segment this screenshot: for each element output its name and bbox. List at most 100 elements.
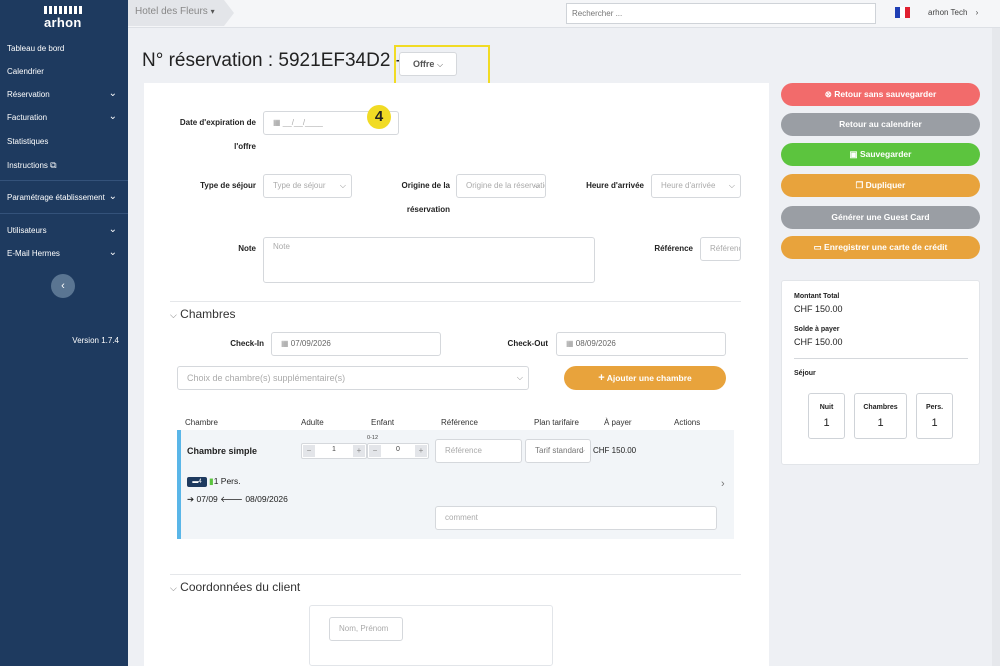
chevron-down-icon: ⌵ bbox=[533, 181, 540, 190]
col-header-actions: Actions bbox=[674, 418, 701, 427]
bed-badge: ▬4 bbox=[187, 477, 207, 487]
note-placeholder: Note bbox=[273, 242, 290, 251]
col-header-reference: Référence bbox=[441, 418, 478, 427]
origin-label: Origine de la bbox=[401, 181, 450, 190]
reference-input[interactable]: Référence bbox=[700, 237, 741, 261]
checkout-date-field[interactable]: ▦ 08/09/2026 bbox=[556, 332, 726, 356]
persons-count-label: Pers. bbox=[925, 404, 944, 411]
chevron-down-icon: ⌵ bbox=[170, 583, 177, 593]
plus-icon[interactable]: + bbox=[415, 445, 427, 457]
room-reference-input[interactable]: Référence bbox=[435, 439, 522, 463]
nights-value: 1 bbox=[823, 417, 830, 429]
balance-value: CHF 150.00 bbox=[794, 337, 843, 347]
col-header-enfant: Enfant bbox=[371, 418, 395, 427]
copy-icon: ❐ bbox=[855, 180, 864, 190]
arrive-date: 07/09 bbox=[196, 494, 218, 504]
sidebar-item-reservation[interactable]: Réservation ⌄ bbox=[7, 88, 121, 99]
col-header-chambre: Chambre bbox=[185, 418, 218, 427]
sidebar-item-tableau-de-bord[interactable]: Tableau de bord bbox=[7, 44, 121, 53]
topbar: Hotel des Fleurs ▾ arhon Tech › bbox=[128, 0, 1000, 28]
credit-card-button[interactable]: ▭ Enregistrer une carte de crédit bbox=[781, 236, 980, 259]
chevron-down-icon: ⌄ bbox=[108, 88, 117, 99]
adult-stepper[interactable]: − 1 + bbox=[301, 443, 367, 459]
persons-box: Pers. 1 bbox=[916, 393, 953, 439]
sidebar-item-label: Réservation bbox=[7, 90, 50, 99]
total-value: CHF 150.00 bbox=[794, 304, 843, 314]
save-button[interactable]: ▣ Sauvegarder bbox=[781, 143, 980, 166]
sidebar-item-statistiques[interactable]: Statistiques bbox=[7, 137, 121, 146]
client-name-input[interactable]: Nom, Prénom bbox=[329, 617, 403, 641]
child-value: 0 bbox=[396, 446, 400, 453]
sidebar-item-label: Tableau de bord bbox=[7, 44, 65, 53]
persons-count-value: 1 bbox=[931, 417, 938, 429]
client-name-placeholder: Nom, Prénom bbox=[339, 624, 389, 633]
guest-card-button[interactable]: Générer une Guest Card bbox=[781, 206, 980, 229]
depart-date: 08/09/2026 bbox=[245, 494, 288, 504]
sidebar-item-parametrage[interactable]: Paramétrage établissement ⌄ bbox=[7, 191, 121, 202]
plus-icon: + bbox=[598, 372, 605, 384]
nights-box: Nuit 1 bbox=[808, 393, 845, 439]
checkin-date-field[interactable]: ▦ 07/09/2026 bbox=[271, 332, 441, 356]
floppy-disk-icon: ▣ bbox=[849, 149, 858, 159]
calendar-icon: ▦ bbox=[281, 339, 289, 348]
collapse-sidebar-button[interactable]: ‹ bbox=[51, 274, 75, 298]
minus-icon[interactable]: − bbox=[369, 445, 381, 457]
persons-count: ▮1 Pers. bbox=[209, 476, 241, 487]
search-input[interactable] bbox=[566, 3, 876, 24]
save-label: Sauvegarder bbox=[859, 149, 912, 159]
rooms-section-header[interactable]: ⌵ Chambres bbox=[170, 307, 236, 321]
sidebar-item-instructions[interactable]: Instructions ⧉ bbox=[7, 160, 121, 171]
rate-plan-select[interactable]: Tarif standard ⌵ bbox=[525, 439, 591, 463]
room-comment-input[interactable]: comment bbox=[435, 506, 717, 530]
stay-type-placeholder: Type de séjour bbox=[273, 181, 326, 190]
bed-count: 4 bbox=[198, 479, 202, 485]
sidebar-item-calendrier[interactable]: Calendrier bbox=[7, 67, 121, 76]
sidebar-item-label: Calendrier bbox=[7, 67, 44, 76]
persons-label: 1 Pers. bbox=[213, 476, 241, 486]
french-flag-icon[interactable] bbox=[895, 7, 910, 18]
origin-select[interactable]: Origine de la réservation ⌵ bbox=[456, 174, 546, 198]
checkin-value: 07/09/2026 bbox=[290, 339, 331, 348]
duplicate-button[interactable]: ❐ Dupliquer bbox=[781, 174, 980, 197]
arrival-time-select[interactable]: Heure d'arrivée ⌵ bbox=[651, 174, 741, 198]
child-stepper[interactable]: − 0 + bbox=[367, 443, 429, 459]
rooms-section-title: Chambres bbox=[180, 307, 236, 321]
add-room-button[interactable]: + Ajouter une chambre bbox=[564, 366, 726, 390]
chevron-right-icon: › bbox=[975, 8, 979, 17]
logo-mark bbox=[44, 6, 84, 14]
sidebar-divider bbox=[0, 213, 128, 214]
sidebar-item-utilisateurs[interactable]: Utilisateurs ⌄ bbox=[7, 224, 121, 235]
nights-label: Nuit bbox=[819, 404, 834, 411]
guest-card-label: Générer une Guest Card bbox=[831, 212, 930, 222]
stay-type-select[interactable]: Type de séjour ⌵ bbox=[263, 174, 352, 198]
total-label: Montant Total bbox=[794, 293, 840, 300]
step-badge: 4 bbox=[367, 105, 391, 129]
hotel-selector[interactable]: Hotel des Fleurs ▾ bbox=[128, 0, 224, 26]
scrollbar[interactable] bbox=[992, 28, 1000, 666]
minus-icon[interactable]: − bbox=[303, 445, 315, 457]
room-dates: ➔ 07/09 🡐 08/09/2026 bbox=[187, 494, 288, 505]
back-without-saving-button[interactable]: ⊗ Retour sans sauvegarder bbox=[781, 83, 980, 106]
stay-label: Séjour bbox=[794, 370, 816, 377]
calendar-icon: ▦ bbox=[566, 339, 574, 348]
summary-card: Montant Total CHF 150.00 Solde à payer C… bbox=[781, 280, 980, 465]
expand-row-icon[interactable]: › bbox=[721, 478, 725, 490]
back-to-calendar-label: Retour au calendrier bbox=[839, 119, 922, 129]
room-choice-select[interactable]: Choix de chambre(s) supplémentaire(s) ⌵ bbox=[177, 366, 529, 390]
child-age-range: 0-12 bbox=[367, 435, 379, 441]
plus-icon[interactable]: + bbox=[353, 445, 365, 457]
room-choice-placeholder: Choix de chambre(s) supplémentaire(s) bbox=[187, 373, 346, 383]
client-section-header[interactable]: ⌵ Coordonnées du client bbox=[170, 580, 300, 594]
app-logo[interactable]: arhon bbox=[44, 6, 84, 30]
adult-value: 1 bbox=[332, 446, 336, 453]
chevron-down-icon: ⌄ bbox=[108, 247, 117, 258]
back-to-calendar-button[interactable]: Retour au calendrier bbox=[781, 113, 980, 136]
sidebar-item-facturation[interactable]: Facturation ⌄ bbox=[7, 111, 121, 122]
note-textarea[interactable]: Note bbox=[263, 237, 595, 283]
client-section-title: Coordonnées du client bbox=[180, 580, 301, 594]
app-version: Version 1.7.4 bbox=[72, 336, 119, 345]
user-menu[interactable]: arhon Tech › bbox=[928, 8, 978, 17]
col-header-plan-tarifaire: Plan tarifaire bbox=[534, 418, 579, 427]
sidebar-item-email-hermes[interactable]: E-Mail Hermes ⌄ bbox=[7, 247, 121, 258]
expiration-placeholder: __/__/____ bbox=[282, 118, 323, 127]
